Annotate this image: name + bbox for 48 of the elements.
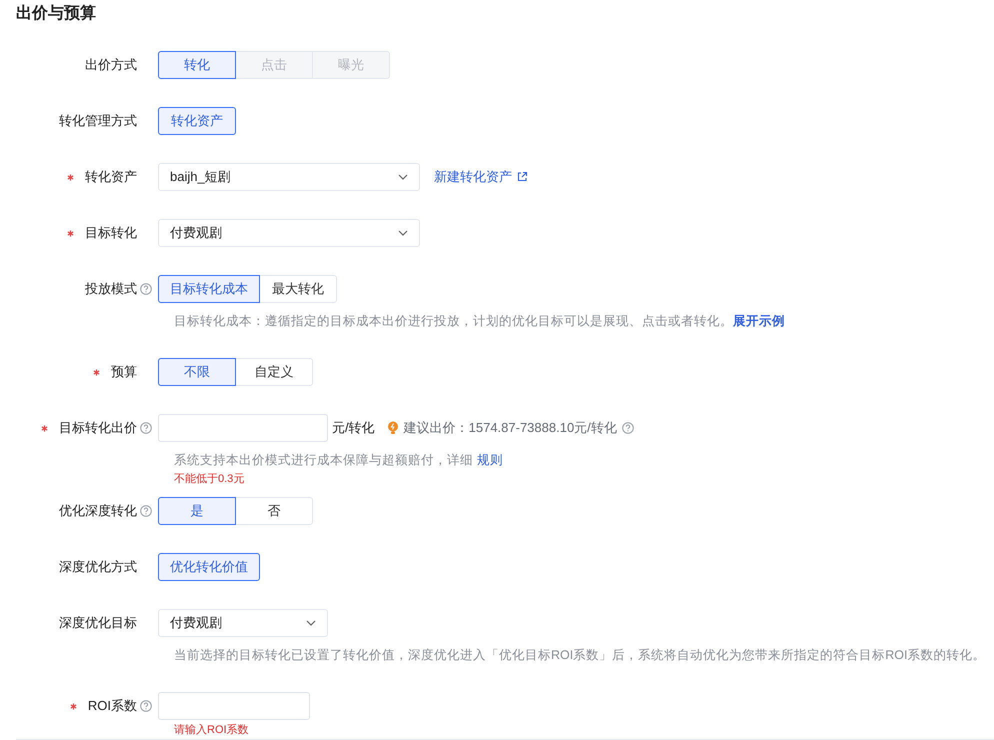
help-icon[interactable] bbox=[622, 422, 634, 434]
hint-link[interactable]: 展开示例 bbox=[733, 314, 785, 328]
segment-option[interactable]: 是 bbox=[158, 497, 236, 525]
hint-text: 当前选择的目标转化已设置了转化价值，深度优化进入「优化目标ROI系数」后，系统将自动优化为您带来所指定的符合目标ROI系数的转化。 bbox=[174, 647, 986, 664]
segment-option[interactable]: 否 bbox=[235, 497, 313, 525]
field-label: 转化资产 bbox=[85, 168, 137, 186]
suggested-bid-text: 建议出价：1574.87-73888.10元/转化 bbox=[404, 419, 617, 437]
unit-label: 元/转化 bbox=[332, 419, 375, 437]
select-field[interactable]: 付费观剧 bbox=[158, 219, 420, 247]
field-label: 优化深度转化 bbox=[59, 502, 137, 520]
select-field[interactable]: 付费观剧 bbox=[158, 609, 328, 637]
help-icon[interactable] bbox=[140, 422, 152, 434]
required-asterisk-icon bbox=[41, 424, 48, 432]
segment-option[interactable]: 转化资产 bbox=[158, 107, 236, 135]
segment-option[interactable]: 优化转化价值 bbox=[158, 553, 260, 581]
bulb-icon bbox=[386, 421, 399, 435]
required-asterisk-icon bbox=[67, 174, 74, 180]
error-message: 请输入ROI系数 bbox=[174, 723, 250, 737]
segment-option[interactable]: 不限 bbox=[158, 358, 236, 386]
field-label: 目标转化出价 bbox=[59, 419, 137, 437]
help-icon[interactable] bbox=[140, 700, 152, 712]
hint-link[interactable]: 规则 bbox=[477, 453, 503, 467]
new-asset-link[interactable]: 新建转化资产 bbox=[434, 168, 528, 186]
help-icon[interactable] bbox=[140, 283, 152, 295]
external-link-icon bbox=[516, 171, 528, 183]
required-asterisk-icon bbox=[70, 702, 77, 710]
select-field[interactable]: baijh_短剧 bbox=[158, 163, 420, 191]
hint-text: 目标转化成本：遵循指定的目标成本出价进行投放，计划的优化目标可以是展现、点击或者转化。展开示例 bbox=[174, 313, 786, 330]
error-message: 不能低于0.3元 bbox=[174, 472, 246, 486]
field-label: 投放模式 bbox=[85, 280, 137, 298]
segment-option[interactable]: 最大转化 bbox=[259, 275, 337, 303]
help-icon[interactable] bbox=[140, 505, 152, 517]
field-label: 预算 bbox=[111, 363, 137, 381]
input-field[interactable] bbox=[158, 414, 328, 442]
field-label: 目标转化 bbox=[85, 224, 137, 242]
field-label: 转化管理方式 bbox=[59, 112, 137, 130]
segment-option[interactable]: 转化 bbox=[158, 51, 236, 79]
section-title: 出价与预算 bbox=[16, 4, 97, 24]
segment-option[interactable]: 目标转化成本 bbox=[158, 275, 260, 303]
required-asterisk-icon bbox=[67, 230, 74, 236]
field-label: 深度优化方式 bbox=[59, 558, 137, 576]
field-label: ROI系数 bbox=[88, 697, 137, 715]
required-asterisk-icon bbox=[93, 368, 100, 376]
field-label: 出价方式 bbox=[85, 56, 137, 74]
field-label: 深度优化目标 bbox=[59, 614, 137, 632]
input-field[interactable] bbox=[158, 692, 310, 720]
hint-text: 系统支持本出价模式进行成本保障与超额赔付，详细 规则 bbox=[174, 452, 504, 469]
segment-option[interactable]: 自定义 bbox=[235, 358, 313, 386]
